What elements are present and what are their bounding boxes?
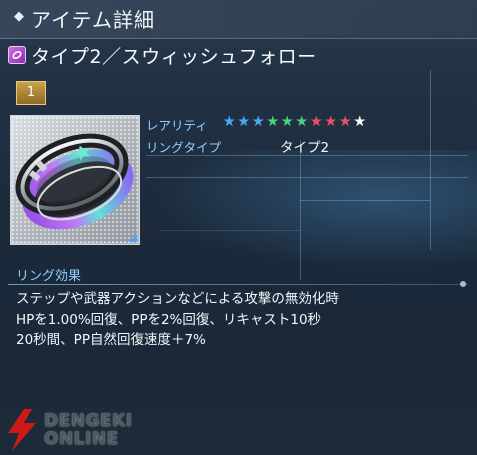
rarity-star-icon: ★ (237, 114, 251, 130)
effect-line: ステップや武器アクションなどによる攻撃の無効化時 (16, 291, 339, 307)
rarity-star-icon: ★ (280, 114, 294, 130)
ring-type-icon (8, 46, 26, 64)
ring-icon (15, 133, 134, 230)
rarity-star-icon: ★ (353, 114, 367, 130)
effect-line: HPを1.00%回復、PPを2%回復、リキャスト10秒 (16, 311, 322, 328)
rarity-star-icon: ★ (338, 114, 352, 130)
item-name: タイプ2／スウィッシュフォロー (31, 45, 317, 68)
item-name-row: タイプ2／スウィッシュフォロー (8, 40, 317, 70)
rarity-star-icon: ★ (266, 114, 280, 130)
rarity-star-icon: ★ (324, 114, 338, 130)
rarity-stars: ★ ★ ★ ★ ★ ★ ★ ★ ★ ★ (222, 113, 367, 131)
rarity-star-icon: ★ (222, 114, 236, 130)
rarity-star-icon: ★ (295, 114, 309, 130)
rarity-star-icon: ★ (309, 114, 323, 130)
ring-type-label: リングタイプ (146, 140, 222, 155)
corner-marker (129, 234, 137, 242)
rarity-row: レアリティ ★ ★ ★ ★ ★ ★ ★ ★ ★ ★ (146, 112, 466, 134)
window-header: ◆ アイテム詳細 (0, 0, 477, 39)
ring-type-value: タイプ2 (280, 140, 330, 156)
effect-line: 20秒間、PP自然回復速度＋7% (16, 332, 206, 348)
watermark-line-1: DENGEKI (44, 411, 133, 431)
watermark: DENGEKI ONLINE (2, 407, 133, 453)
diamond-icon: ◆ (14, 9, 24, 24)
item-count-badge: 1 (16, 81, 46, 105)
ring-type-row: リングタイプ タイプ2 (146, 134, 466, 156)
item-properties: レアリティ ★ ★ ★ ★ ★ ★ ★ ★ ★ ★ リングタイプ タイプ2 (146, 112, 466, 156)
ring-effect-label: リング効果 (16, 269, 82, 284)
rarity-label: レアリティ (146, 118, 208, 133)
rarity-star-icon: ★ (251, 114, 265, 130)
window-title: アイテム詳細 (31, 8, 155, 32)
divider (146, 177, 468, 178)
item-image-frame[interactable] (10, 115, 140, 245)
ring-effect-text: ステップや武器アクションなどによる攻撃の無効化時 HPを1.00%回復、PPを2… (16, 289, 466, 351)
section-divider (8, 284, 468, 285)
watermark-line-2: ONLINE (44, 429, 119, 449)
divider (146, 155, 468, 156)
divider-end-dot (460, 281, 466, 287)
lightning-logo-icon (8, 409, 36, 451)
